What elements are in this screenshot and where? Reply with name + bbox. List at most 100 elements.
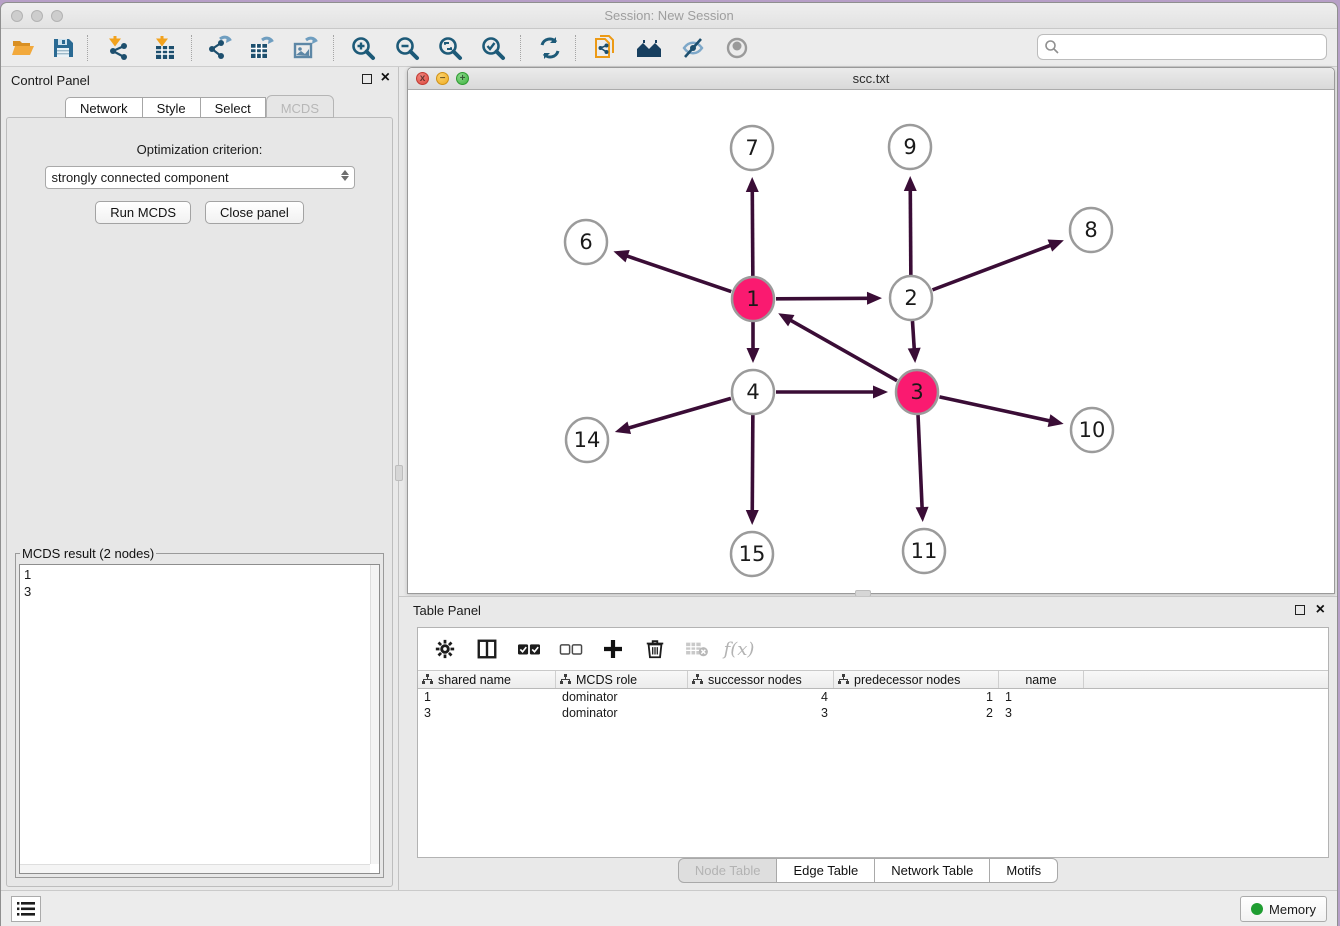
- edge-1-6[interactable]: [626, 256, 731, 292]
- toolbar-separator: [191, 35, 192, 61]
- cell-shared-name[interactable]: 1: [418, 689, 556, 705]
- close-table-panel-icon[interactable]: ×: [1316, 601, 1325, 619]
- node-label-8: 8: [1084, 218, 1097, 242]
- tab-network[interactable]: Network: [65, 97, 143, 118]
- open-session-icon[interactable]: [7, 33, 39, 63]
- cell-shared-name[interactable]: 3: [418, 705, 556, 721]
- tab-mcds[interactable]: MCDS: [266, 95, 334, 118]
- first-neighbors-icon[interactable]: [633, 33, 665, 63]
- import-table-icon[interactable]: [150, 33, 182, 63]
- zoom-fit-icon[interactable]: [434, 33, 466, 63]
- cell-successor-nodes[interactable]: 3: [688, 705, 834, 721]
- result-horizontal-scrollbar[interactable]: [20, 864, 370, 873]
- import-network-icon[interactable]: [103, 33, 135, 63]
- export-table-icon[interactable]: [246, 33, 278, 63]
- zoom-selected-icon[interactable]: [477, 33, 509, 63]
- node-label-10: 10: [1079, 418, 1106, 442]
- table-rows: 1dominator4113dominator323: [418, 689, 1328, 721]
- show-all-icon[interactable]: [721, 33, 753, 63]
- edge-2-3[interactable]: [912, 321, 914, 350]
- close-panel-button[interactable]: Close panel: [205, 201, 304, 224]
- vertical-splitter-handle[interactable]: [395, 465, 403, 481]
- column-header-predecessor-nodes[interactable]: predecessor nodes: [834, 671, 999, 688]
- edge-4-14[interactable]: [627, 398, 731, 428]
- network-graph: 7968124314101511: [408, 90, 1334, 590]
- hide-selected-icon[interactable]: [677, 33, 709, 63]
- memory-button[interactable]: Memory: [1240, 896, 1327, 922]
- cell-successor-nodes[interactable]: 4: [688, 689, 834, 705]
- zoom-out-icon[interactable]: [391, 33, 423, 63]
- table-row[interactable]: 3dominator323: [418, 705, 1328, 721]
- column-header-MCDS-role[interactable]: MCDS role: [556, 671, 688, 688]
- add-entry-icon[interactable]: [600, 636, 626, 662]
- toolbar-separator: [575, 35, 576, 61]
- apply-layout-icon[interactable]: [534, 33, 566, 63]
- search-input[interactable]: [1060, 37, 1326, 57]
- cell-name[interactable]: 3: [999, 705, 1084, 721]
- mcds-result-item: 1: [24, 566, 375, 583]
- edge-4-15[interactable]: [752, 415, 753, 512]
- network-window-titlebar: x − + scc.txt: [408, 68, 1334, 90]
- column-type-icon: [838, 673, 849, 687]
- select-all-icon[interactable]: [516, 636, 542, 662]
- float-panel-icon[interactable]: [362, 74, 372, 84]
- cell-name[interactable]: 1: [999, 689, 1084, 705]
- main-area: Control Panel × NetworkStyleSelectMCDS O…: [1, 67, 1337, 891]
- edge-3-1[interactable]: [790, 320, 897, 381]
- optimization-criterion-label: Optimization criterion:: [7, 142, 392, 157]
- export-network-icon[interactable]: [203, 33, 235, 63]
- table-toolbar: f(x): [418, 628, 1328, 670]
- deselect-all-icon[interactable]: [558, 636, 584, 662]
- delete-table-icon[interactable]: [684, 636, 710, 662]
- tab-motifs[interactable]: Motifs: [990, 858, 1058, 883]
- result-vertical-scrollbar[interactable]: [370, 565, 379, 864]
- task-history-button[interactable]: [11, 896, 41, 922]
- edge-3-11[interactable]: [918, 415, 922, 509]
- mcds-panel: Optimization criterion: strongly connect…: [6, 117, 393, 887]
- search-field[interactable]: [1037, 34, 1327, 60]
- edge-3-10[interactable]: [939, 397, 1050, 421]
- edge-1-7[interactable]: [752, 190, 753, 276]
- column-header-shared-name[interactable]: shared name: [418, 671, 556, 688]
- column-header-name[interactable]: name: [999, 671, 1084, 688]
- edge-1-2[interactable]: [776, 298, 869, 299]
- mcds-result-list[interactable]: 13: [19, 564, 380, 874]
- table-row[interactable]: 1dominator411: [418, 689, 1328, 705]
- edge-arrow-3-10: [1048, 414, 1064, 427]
- select-stepper-icon: [341, 170, 349, 181]
- cell-predecessor-nodes[interactable]: 1: [834, 689, 999, 705]
- delete-entry-icon[interactable]: [642, 636, 668, 662]
- edge-arrow-1-7: [746, 177, 759, 192]
- table-header-row: shared name MCDS role successor nodesprede…: [418, 670, 1328, 689]
- table-settings-icon[interactable]: [432, 636, 458, 662]
- tab-style[interactable]: Style: [143, 97, 201, 118]
- edge-arrow-2-3: [908, 348, 921, 363]
- function-builder-icon[interactable]: f(x): [726, 636, 752, 662]
- tab-edge-table[interactable]: Edge Table: [777, 858, 875, 883]
- table-panel-title: Table Panel: [413, 603, 481, 618]
- column-layout-icon[interactable]: [474, 636, 500, 662]
- column-header-successor-nodes[interactable]: successor nodes: [688, 671, 834, 688]
- clone-network-icon[interactable]: [589, 33, 621, 63]
- column-header-label: name: [1025, 673, 1056, 687]
- close-panel-icon[interactable]: ×: [381, 70, 390, 86]
- edge-2-8[interactable]: [933, 245, 1052, 290]
- cell-MCDS-role[interactable]: dominator: [556, 705, 688, 721]
- zoom-in-icon[interactable]: [347, 33, 379, 63]
- memory-label: Memory: [1269, 902, 1316, 917]
- column-header-label: MCDS role: [576, 673, 637, 687]
- export-image-icon[interactable]: [290, 33, 322, 63]
- run-mcds-button[interactable]: Run MCDS: [95, 201, 191, 224]
- cell-MCDS-role[interactable]: dominator: [556, 689, 688, 705]
- tab-network-table[interactable]: Network Table: [875, 858, 990, 883]
- control-panel: Control Panel × NetworkStyleSelectMCDS O…: [1, 67, 399, 891]
- criterion-select[interactable]: strongly connected component: [45, 166, 355, 189]
- float-table-panel-icon[interactable]: [1295, 605, 1305, 615]
- network-canvas[interactable]: 7968124314101511: [408, 90, 1334, 590]
- edge-2-9[interactable]: [910, 189, 911, 275]
- network-title: scc.txt: [408, 71, 1334, 86]
- tab-node-table[interactable]: Node Table: [678, 858, 778, 883]
- cell-predecessor-nodes[interactable]: 2: [834, 705, 999, 721]
- tab-select[interactable]: Select: [201, 97, 266, 118]
- save-session-icon[interactable]: [47, 33, 79, 63]
